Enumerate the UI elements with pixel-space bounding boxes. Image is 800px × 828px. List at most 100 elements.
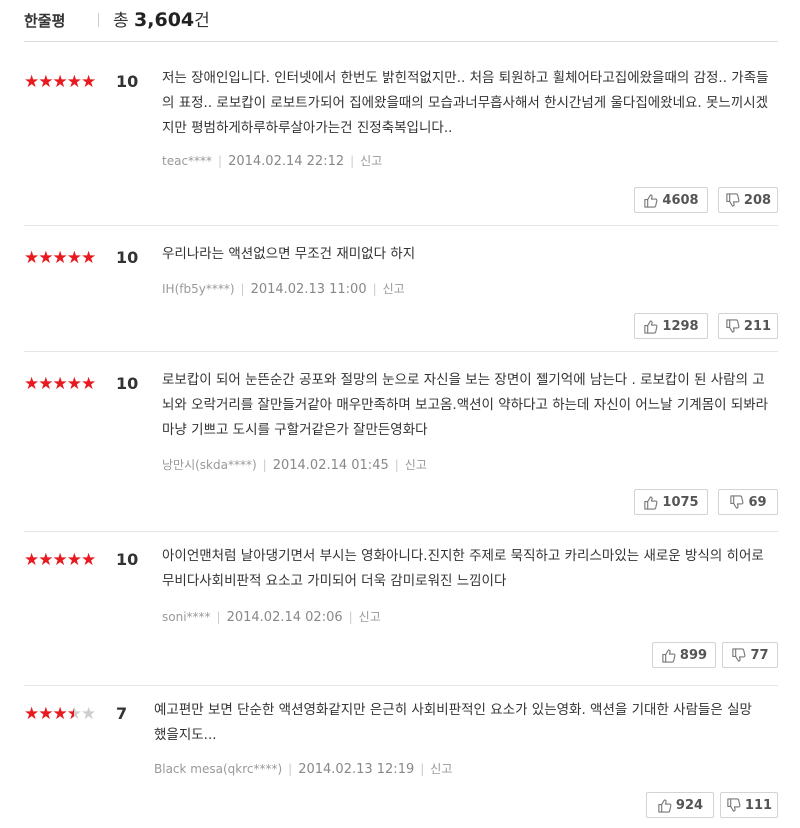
dislike-count: 211 [743, 318, 772, 334]
review-date: 2014.02.14 01:45 [272, 458, 389, 473]
star-icon: ★ [24, 72, 39, 92]
header-divider [98, 13, 99, 27]
thumbs-up-icon [643, 319, 658, 334]
star-rating: ★★★★★ [24, 248, 96, 268]
review-text: 예고편만 보면 단순한 액션영화같지만 은근히 사회비판적인 요소가 있는영화.… [154, 702, 752, 743]
star-icon: ★ [66, 550, 82, 570]
like-button[interactable]: 1075 [634, 489, 708, 515]
thumbs-down-icon [725, 318, 740, 334]
review-user: Black mesa(qkrc****) [154, 762, 283, 776]
star-rating: ★★★★★ [24, 550, 96, 570]
review-score: 7 [116, 704, 128, 723]
review-meta: 낭만시(skda****) | 2014.02.14 01:45 | 신고 [162, 456, 427, 473]
star-icon: ★ [38, 550, 53, 570]
star-rating: ★★★★★ [24, 704, 96, 724]
total-number: 3,604 [134, 9, 195, 31]
star-icon: ★ [66, 248, 82, 268]
review-user: 낭만시(skda****) [162, 458, 257, 472]
star-rating: ★★★★★ [24, 72, 96, 92]
thumbs-up-icon [643, 495, 658, 510]
star-icon: ★ [24, 704, 39, 724]
dislike-button[interactable]: 208 [718, 187, 778, 213]
dislike-count: 208 [743, 192, 772, 208]
star-icon: ★ [81, 374, 96, 394]
thumbs-up-icon [643, 193, 658, 208]
total-count: 총 3,604건 [113, 6, 210, 31]
star-icon: ★ [38, 72, 53, 92]
star-icon: ★ [24, 248, 39, 268]
review-date: 2014.02.14 22:12 [228, 154, 345, 169]
like-button[interactable]: 899 [652, 642, 716, 668]
dislike-button[interactable]: 111 [720, 792, 778, 818]
review-header: 한줄평 총 3,604건 [24, 0, 778, 42]
star-icon: ★ [81, 550, 96, 570]
review-item: ★★★★★ 10 우리나라는 액션없으면 무조건 재미없다 하지 IH(fb5y… [24, 226, 778, 352]
review-text: 아이언맨처럼 날아댕기면서 부시는 영화아니다.진지한 주제로 묵직하고 카리스… [162, 548, 764, 589]
thumbs-up-icon [657, 798, 672, 813]
dislike-count: 111 [744, 797, 773, 813]
dislike-button[interactable]: 211 [718, 313, 778, 339]
review-user: soni**** [162, 610, 211, 624]
report-link[interactable]: 신고 [360, 154, 382, 168]
review-date: 2014.02.14 02:06 [226, 610, 343, 625]
report-link[interactable]: 신고 [359, 610, 381, 624]
report-link[interactable]: 신고 [430, 762, 452, 776]
star-rating: ★★★★★ [24, 374, 96, 394]
review-date: 2014.02.13 12:19 [298, 762, 415, 777]
review-meta: Black mesa(qkrc****) | 2014.02.13 12:19 | 신고 [154, 760, 452, 777]
star-icon: ★ [66, 704, 82, 724]
thumbs-down-icon [731, 647, 746, 663]
review-user: teac**** [162, 154, 213, 168]
meta-divider: | [350, 154, 355, 168]
star-icon: ★ [66, 374, 82, 394]
star-icon: ★ [24, 374, 39, 394]
like-button[interactable]: 4608 [634, 187, 708, 213]
review-score: 10 [116, 550, 139, 569]
section-title: 한줄평 [24, 12, 66, 30]
star-icon: ★ [38, 704, 53, 724]
review-item: ★★★★★ 10 아이언맨처럼 날아댕기면서 부시는 영화아니다.진지한 주제로… [24, 532, 778, 686]
star-icon: ★ [24, 550, 39, 570]
meta-divider: | [288, 762, 293, 776]
meta-divider: | [420, 762, 425, 776]
like-count: 4608 [662, 192, 699, 208]
review-text: 로보캅이 되어 눈뜬순간 공포와 절망의 눈으로 자신을 보는 장면이 젤기억에… [162, 372, 769, 438]
dislike-button[interactable]: 77 [722, 642, 778, 668]
meta-divider: | [394, 458, 399, 472]
dislike-count: 69 [748, 494, 767, 510]
dislike-count: 77 [750, 647, 769, 663]
like-count: 899 [679, 647, 708, 663]
review-item: ★★★★★ 10 저는 장애인입니다. 인터넷에서 한번도 밝힌적없지만.. 처… [24, 42, 778, 226]
report-link[interactable]: 신고 [383, 282, 405, 296]
like-count: 1075 [662, 494, 699, 510]
meta-divider: | [240, 282, 245, 296]
total-suffix: 건 [194, 11, 210, 31]
like-button[interactable]: 924 [646, 792, 714, 818]
thumbs-up-icon [661, 648, 676, 663]
review-meta: teac**** | 2014.02.14 22:12 | 신고 [162, 152, 382, 169]
star-icon: ★ [52, 550, 68, 570]
thumbs-down-icon [729, 494, 744, 510]
review-score: 10 [116, 374, 139, 393]
review-meta: soni**** | 2014.02.14 02:06 | 신고 [162, 608, 381, 625]
like-button[interactable]: 1298 [634, 313, 708, 339]
star-icon: ★ [52, 72, 68, 92]
star-icon: ★ [52, 248, 68, 268]
review-item: ★★★★★ 7 예고편만 보면 단순한 액션영화같지만 은근히 사회비판적인 요… [24, 686, 778, 828]
review-text: 우리나라는 액션없으면 무조건 재미없다 하지 [162, 246, 416, 262]
like-count: 1298 [662, 318, 699, 334]
report-link[interactable]: 신고 [405, 458, 427, 472]
thumbs-down-icon [725, 192, 740, 208]
star-icon: ★ [81, 72, 96, 92]
star-icon: ★ [52, 374, 68, 394]
meta-divider: | [216, 610, 221, 624]
review-meta: IH(fb5y****) | 2014.02.13 11:00 | 신고 [162, 280, 405, 297]
meta-divider: | [262, 458, 267, 472]
star-icon: ★ [66, 72, 82, 92]
meta-divider: | [372, 282, 377, 296]
thumbs-down-icon [726, 797, 741, 813]
review-item: ★★★★★ 10 로보캅이 되어 눈뜬순간 공포와 절망의 눈으로 자신을 보는… [24, 352, 778, 532]
star-icon: ★ [52, 704, 68, 724]
dislike-button[interactable]: 69 [718, 489, 778, 515]
review-text: 저는 장애인입니다. 인터넷에서 한번도 밝힌적없지만.. 처음 퇴원하고 휠체… [162, 70, 769, 136]
